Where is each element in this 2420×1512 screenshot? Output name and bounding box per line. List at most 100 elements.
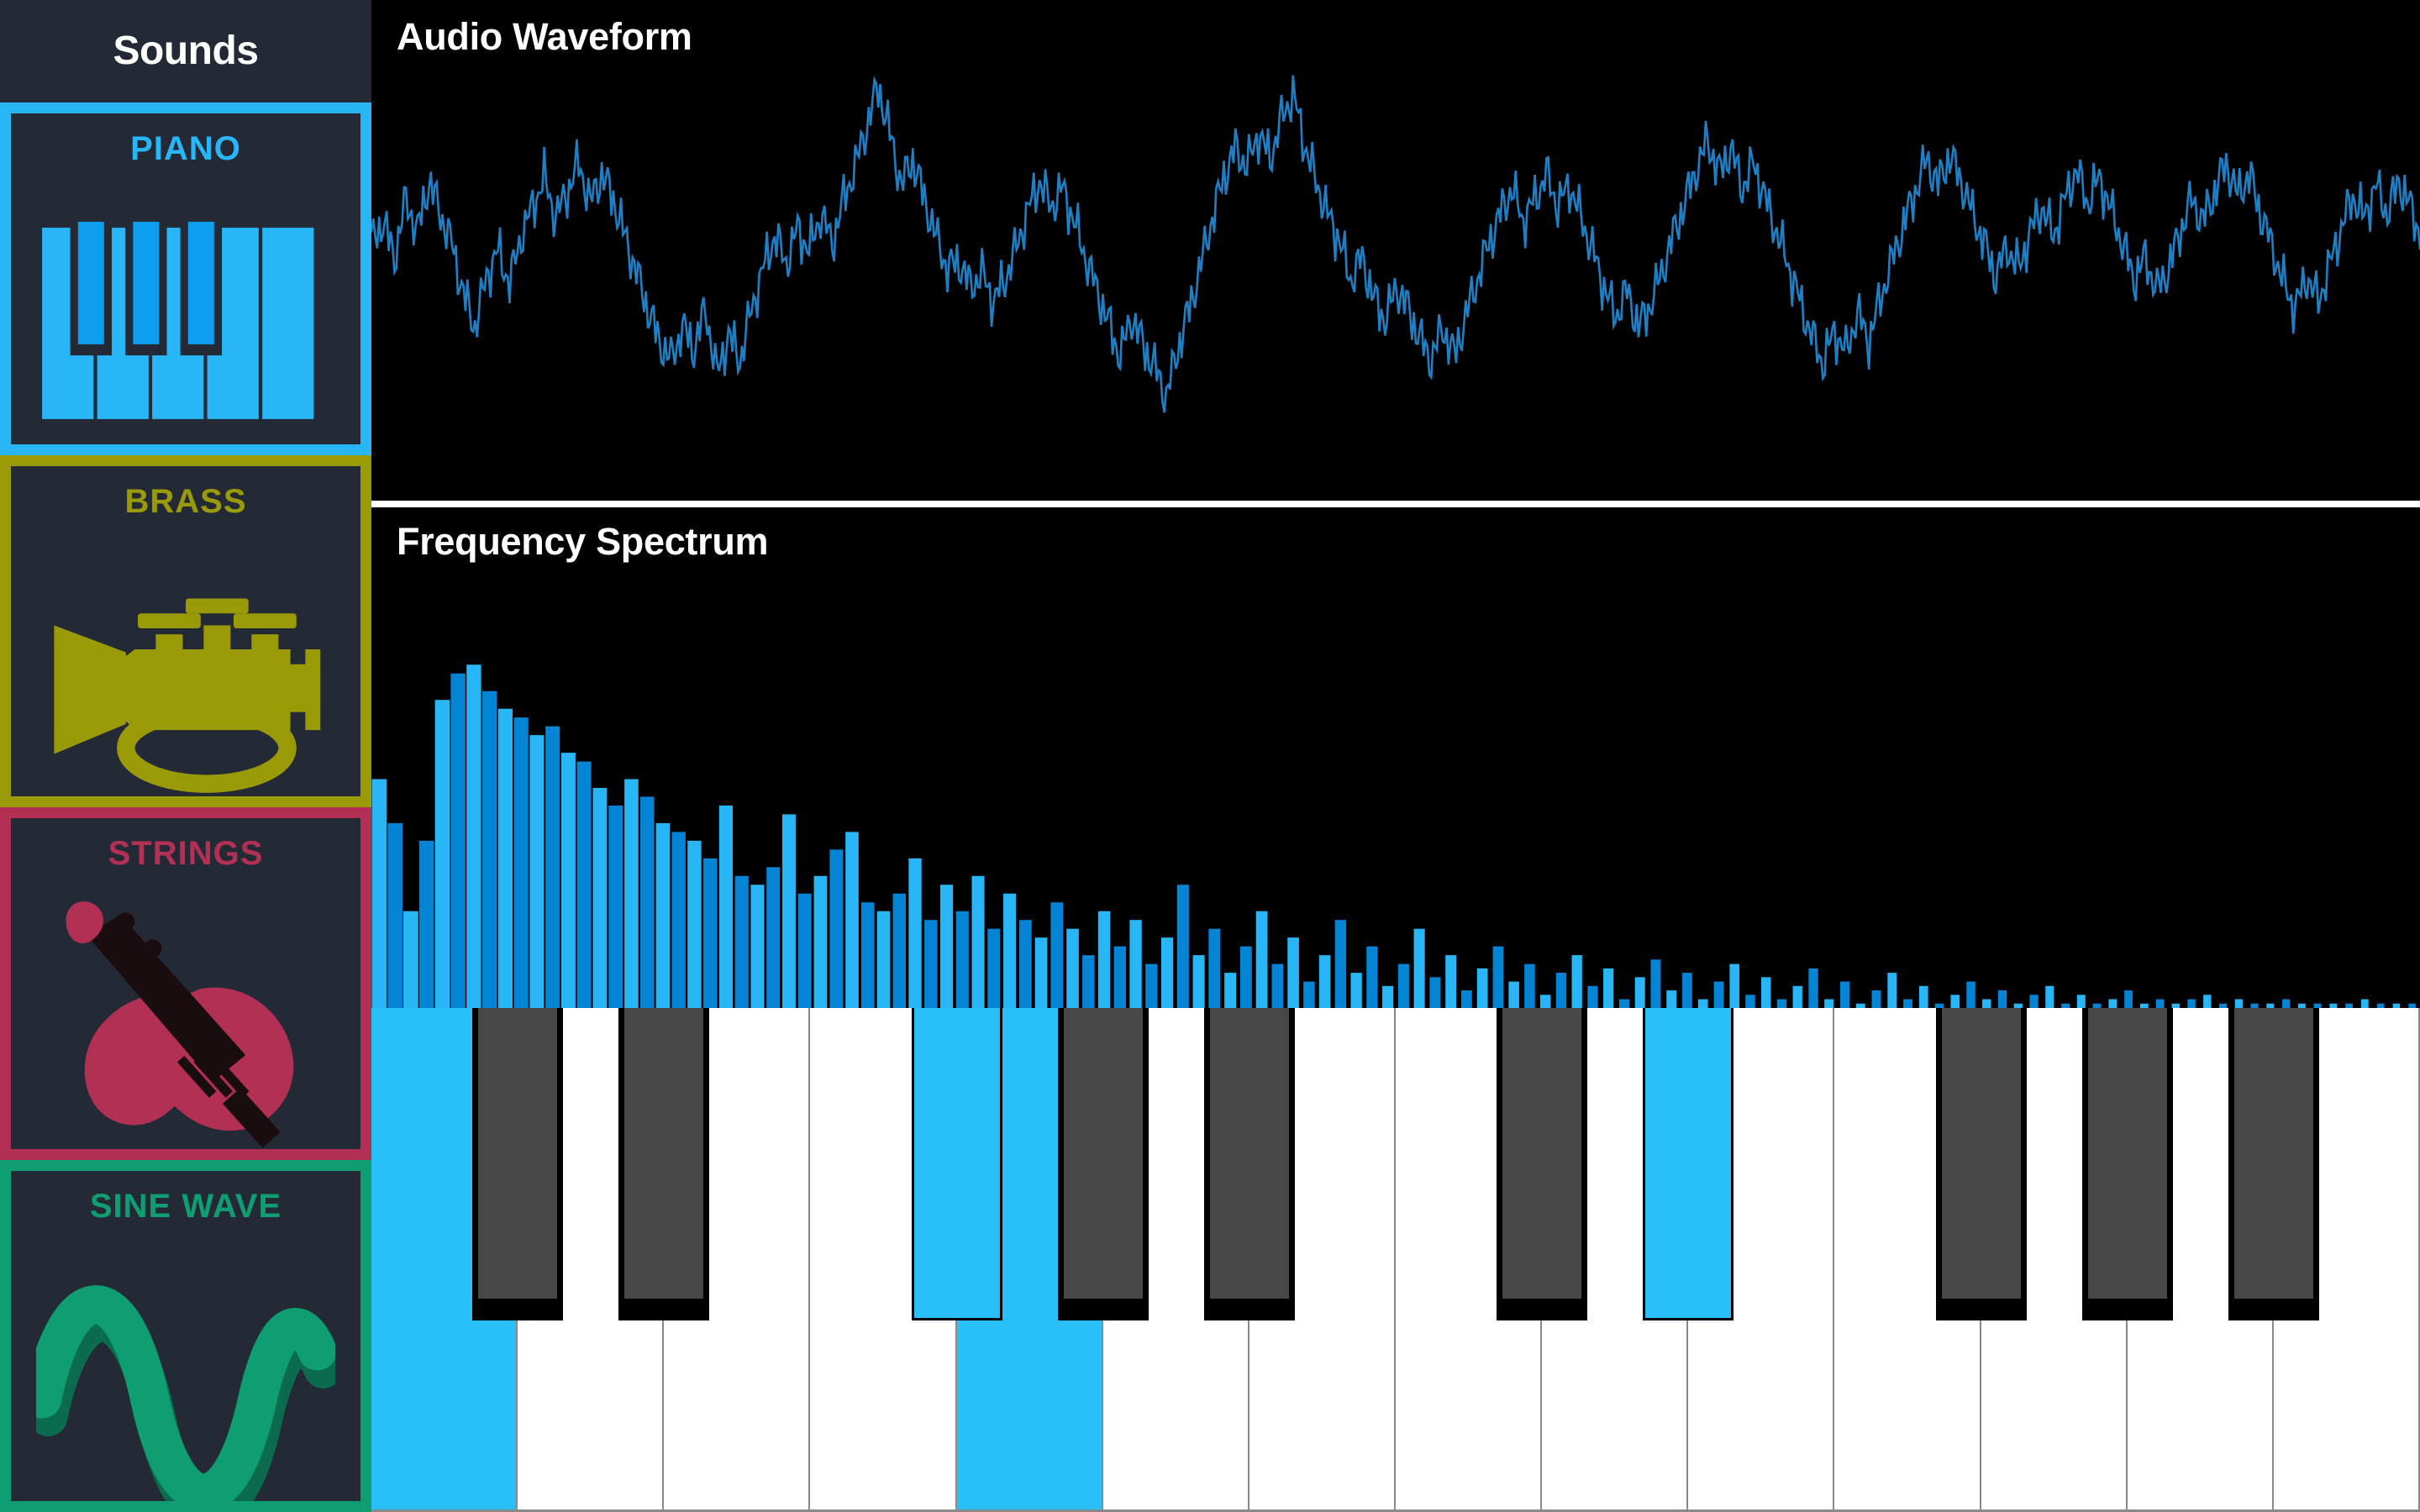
spectrum-bar	[1318, 955, 1331, 1008]
spectrum-bar	[860, 902, 875, 1008]
sound-preset-label: BRASS	[124, 482, 247, 520]
sidebar: Sounds PIANO BRASS STRINGS SINE WAVE	[0, 0, 371, 1512]
spectrum-bar	[1445, 955, 1457, 1008]
spectrum-bar	[1239, 946, 1252, 1008]
spectrum-panel: Frequency Spectrum	[371, 507, 2420, 1008]
main-content: Audio Waveform Frequency Spectrum	[371, 0, 2420, 1512]
spectrum-bar	[482, 690, 497, 1008]
spectrum-bar	[1129, 920, 1142, 1008]
spectrum-plot	[371, 664, 2416, 1008]
spectrum-bar	[1160, 937, 1174, 1008]
spectrum-bar	[1697, 999, 1708, 1008]
spectrum-bar	[671, 832, 686, 1008]
violin-icon	[11, 870, 360, 1149]
spectrum-bar	[1224, 973, 1237, 1008]
spectrum-bar	[608, 805, 623, 1008]
spectrum-bar	[1918, 985, 1928, 1008]
black-key-cap	[2233, 1008, 2313, 1299]
black-key[interactable]	[1935, 1008, 2027, 1320]
spectrum-bar	[987, 928, 1001, 1008]
spectrum-bar	[1729, 963, 1739, 1008]
waveform-path	[371, 76, 2420, 412]
spectrum-bar	[1208, 928, 1221, 1008]
spectrum-bar	[782, 814, 796, 1008]
spectrum-bar	[718, 805, 734, 1008]
spectrum-bar	[1145, 963, 1158, 1008]
spectrum-bar	[2124, 990, 2133, 1008]
spectrum-bar	[450, 673, 466, 1008]
black-key[interactable]	[1497, 1008, 1588, 1320]
black-key[interactable]	[2081, 1008, 2173, 1320]
spectrum-bar	[1776, 999, 1787, 1008]
spectrum-bar	[1682, 973, 1692, 1008]
spectrum-bar	[1366, 946, 1378, 1008]
spectrum-bar	[1492, 946, 1504, 1008]
spectrum-bar	[2361, 999, 2369, 1008]
black-key-cap	[1063, 1008, 1143, 1299]
spectrum-title: Frequency Spectrum	[397, 520, 769, 563]
spectrum-bar	[1255, 911, 1268, 1008]
spectrum-bar	[1618, 999, 1629, 1008]
black-key-cap	[1941, 1008, 2021, 1299]
spectrum-bar	[403, 911, 418, 1008]
trumpet-icon	[11, 518, 360, 797]
spectrum-bar	[2282, 999, 2291, 1008]
spectrum-bar	[1887, 973, 1897, 1008]
spectrum-bar	[1460, 990, 1472, 1008]
spectrum-bar	[1113, 946, 1127, 1008]
sine-wave-icon	[11, 1223, 360, 1502]
spectrum-bar	[1824, 999, 1834, 1008]
sound-preset-brass[interactable]: BRASS	[0, 454, 371, 807]
spectrum-bar	[1871, 990, 1881, 1008]
waveform-title: Audio Waveform	[397, 15, 692, 58]
spectrum-bar	[2076, 995, 2086, 1008]
sound-preset-sine-wave[interactable]: SINE WAVE	[0, 1159, 371, 1512]
spectrum-bar	[813, 875, 828, 1008]
spectrum-bar	[2029, 995, 2039, 1008]
spectrum-bar	[592, 788, 608, 1008]
spectrum-bar	[560, 753, 576, 1008]
spectrum-bar	[924, 920, 938, 1008]
spectrum-bar	[1555, 973, 1567, 1008]
black-key[interactable]	[1643, 1008, 1734, 1320]
black-key-cap	[913, 1008, 1000, 1318]
black-key[interactable]	[2228, 1008, 2319, 1320]
spectrum-bar	[1666, 990, 1677, 1008]
spectrum-bar	[687, 840, 702, 1008]
sound-preset-label: STRINGS	[108, 835, 264, 872]
black-key[interactable]	[472, 1008, 564, 1320]
spectrum-bar	[2155, 999, 2165, 1008]
black-key-cap	[2087, 1008, 2167, 1299]
black-key[interactable]	[1203, 1008, 1295, 1320]
spectrum-bar	[1192, 955, 1205, 1008]
spectrum-bar	[1176, 885, 1189, 1008]
spectrum-bar	[1539, 995, 1551, 1008]
spectrum-bar	[1050, 902, 1064, 1008]
spectrum-bar	[639, 796, 655, 1008]
spectrum-bar	[1508, 981, 1519, 1008]
spectrum-bar	[1713, 981, 1724, 1008]
spectrum-bar	[1082, 955, 1095, 1008]
spectrum-bar	[1397, 963, 1409, 1008]
black-key[interactable]	[1057, 1008, 1149, 1320]
black-key-cap	[1645, 1008, 1732, 1318]
spectrum-bar	[1382, 985, 1394, 1008]
black-key-cap	[624, 1008, 704, 1299]
spectrum-bar	[529, 735, 544, 1008]
spectrum-bar	[1997, 990, 2007, 1008]
sound-preset-strings[interactable]: STRINGS	[0, 807, 371, 1160]
spectrum-bar	[1982, 999, 1991, 1008]
waveform-plot	[371, 0, 2420, 501]
spectrum-bar	[955, 911, 969, 1008]
spectrum-bar	[2187, 999, 2196, 1008]
black-key[interactable]	[911, 1008, 1002, 1320]
spectrum-bar	[624, 779, 639, 1008]
piano-keyboard[interactable]	[371, 1008, 2420, 1512]
spectrum-bar	[1571, 955, 1582, 1008]
black-key[interactable]	[618, 1008, 710, 1320]
sound-preset-label: SINE WAVE	[89, 1187, 282, 1225]
spectrum-bar	[2108, 999, 2118, 1008]
sound-preset-piano[interactable]: PIANO	[0, 102, 371, 455]
spectrum-bar	[1603, 968, 1614, 1008]
spectrum-bar	[1966, 981, 1975, 1008]
